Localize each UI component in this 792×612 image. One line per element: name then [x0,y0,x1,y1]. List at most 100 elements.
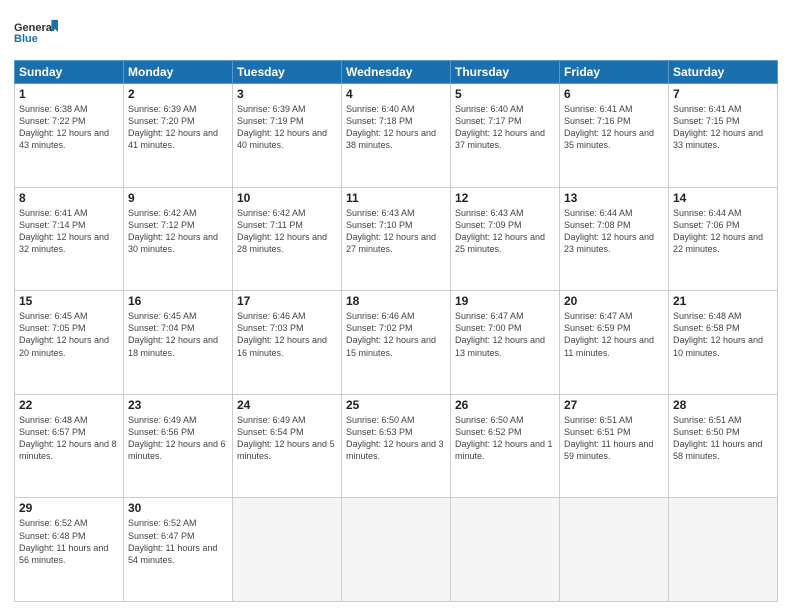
header: General Blue [14,12,778,52]
day-header-saturday: Saturday [669,61,778,84]
day-number: 8 [19,191,119,205]
day-info: Sunrise: 6:39 AMSunset: 7:20 PMDaylight:… [128,103,228,152]
day-info: Sunrise: 6:40 AMSunset: 7:17 PMDaylight:… [455,103,555,152]
day-info: Sunrise: 6:42 AMSunset: 7:11 PMDaylight:… [237,207,337,256]
calendar-cell-w2-d5: 20 Sunrise: 6:47 AMSunset: 6:59 PMDayligh… [560,291,669,395]
calendar-cell-w2-d2: 17 Sunrise: 6:46 AMSunset: 7:03 PMDayligh… [233,291,342,395]
calendar-cell-w4-d1: 30 Sunrise: 6:52 AMSunset: 6:47 PMDayligh… [124,498,233,602]
day-number: 20 [564,294,664,308]
day-number: 11 [346,191,446,205]
logo-svg: General Blue [14,12,58,52]
calendar-cell-w1-d6: 14Sunrise: 6:44 AMSunset: 7:06 PMDayligh… [669,187,778,291]
day-number: 1 [19,87,119,101]
calendar-cell-w2-d6: 21 Sunrise: 6:48 AMSunset: 6:58 PMDayligh… [669,291,778,395]
calendar-cell-w1-d2: 10 Sunrise: 6:42 AMSunset: 7:11 PMDayligh… [233,187,342,291]
day-number: 7 [673,87,773,101]
day-number: 4 [346,87,446,101]
day-number: 24 [237,398,337,412]
day-number: 30 [128,501,228,515]
calendar-cell-w3-d2: 24 Sunrise: 6:49 AMSunset: 6:54 PMDayligh… [233,394,342,498]
day-info: Sunrise: 6:48 AMSunset: 6:57 PMDaylight:… [19,414,119,463]
day-info: Sunrise: 6:47 AMSunset: 7:00 PMDaylight:… [455,310,555,359]
day-info: Sunrise: 6:45 AMSunset: 7:04 PMDaylight:… [128,310,228,359]
calendar-cell-w4-d4 [451,498,560,602]
day-info: Sunrise: 6:41 AMSunset: 7:15 PMDaylight:… [673,103,773,152]
day-number: 29 [19,501,119,515]
calendar-cell-w3-d3: 25 Sunrise: 6:50 AMSunset: 6:53 PMDayligh… [342,394,451,498]
day-number: 15 [19,294,119,308]
day-number: 26 [455,398,555,412]
calendar-cell-w4-d0: 29 Sunrise: 6:52 AMSunset: 6:48 PMDayligh… [15,498,124,602]
day-info: Sunrise: 6:41 AMSunset: 7:16 PMDaylight:… [564,103,664,152]
calendar-cell-w1-d1: 9 Sunrise: 6:42 AMSunset: 7:12 PMDaylight… [124,187,233,291]
day-number: 14 [673,191,773,205]
day-info: Sunrise: 6:46 AMSunset: 7:03 PMDaylight:… [237,310,337,359]
day-info: Sunrise: 6:48 AMSunset: 6:58 PMDaylight:… [673,310,773,359]
calendar-cell-w2-d0: 15 Sunrise: 6:45 AMSunset: 7:05 PMDayligh… [15,291,124,395]
calendar-cell-w3-d4: 26 Sunrise: 6:50 AMSunset: 6:52 PMDayligh… [451,394,560,498]
day-header-monday: Monday [124,61,233,84]
day-number: 18 [346,294,446,308]
day-header-thursday: Thursday [451,61,560,84]
calendar-cell-w4-d5 [560,498,669,602]
calendar-cell-w3-d5: 27Sunrise: 6:51 AMSunset: 6:51 PMDayligh… [560,394,669,498]
day-info: Sunrise: 6:49 AMSunset: 6:54 PMDaylight:… [237,414,337,463]
calendar-cell-w2-d1: 16 Sunrise: 6:45 AMSunset: 7:04 PMDayligh… [124,291,233,395]
day-number: 12 [455,191,555,205]
day-info: Sunrise: 6:51 AMSunset: 6:50 PMDaylight:… [673,414,773,463]
day-number: 22 [19,398,119,412]
calendar-week-0: 1 Sunrise: 6:38 AMSunset: 7:22 PMDaylight… [15,84,778,188]
day-info: Sunrise: 6:50 AMSunset: 6:53 PMDaylight:… [346,414,446,463]
day-number: 17 [237,294,337,308]
day-info: Sunrise: 6:52 AMSunset: 6:47 PMDaylight:… [128,517,228,566]
day-info: Sunrise: 6:47 AMSunset: 6:59 PMDaylight:… [564,310,664,359]
day-number: 28 [673,398,773,412]
day-info: Sunrise: 6:43 AMSunset: 7:10 PMDaylight:… [346,207,446,256]
day-header-friday: Friday [560,61,669,84]
calendar-cell-w0-d6: 7 Sunrise: 6:41 AMSunset: 7:15 PMDaylight… [669,84,778,188]
calendar-cell-w0-d3: 4 Sunrise: 6:40 AMSunset: 7:18 PMDaylight… [342,84,451,188]
day-number: 21 [673,294,773,308]
day-info: Sunrise: 6:49 AMSunset: 6:56 PMDaylight:… [128,414,228,463]
day-info: Sunrise: 6:41 AMSunset: 7:14 PMDaylight:… [19,207,119,256]
calendar-cell-w2-d3: 18 Sunrise: 6:46 AMSunset: 7:02 PMDayligh… [342,291,451,395]
day-header-sunday: Sunday [15,61,124,84]
calendar-header-row: SundayMondayTuesdayWednesdayThursdayFrid… [15,61,778,84]
svg-text:General: General [14,22,55,34]
day-number: 9 [128,191,228,205]
day-info: Sunrise: 6:42 AMSunset: 7:12 PMDaylight:… [128,207,228,256]
calendar-cell-w4-d2 [233,498,342,602]
day-info: Sunrise: 6:52 AMSunset: 6:48 PMDaylight:… [19,517,119,566]
calendar-cell-w0-d4: 5Sunrise: 6:40 AMSunset: 7:17 PMDaylight… [451,84,560,188]
calendar-cell-w1-d5: 13 Sunrise: 6:44 AMSunset: 7:08 PMDayligh… [560,187,669,291]
day-number: 19 [455,294,555,308]
day-info: Sunrise: 6:46 AMSunset: 7:02 PMDaylight:… [346,310,446,359]
day-info: Sunrise: 6:50 AMSunset: 6:52 PMDaylight:… [455,414,555,463]
day-info: Sunrise: 6:40 AMSunset: 7:18 PMDaylight:… [346,103,446,152]
calendar-cell-w0-d5: 6Sunrise: 6:41 AMSunset: 7:16 PMDaylight… [560,84,669,188]
calendar-cell-w3-d6: 28 Sunrise: 6:51 AMSunset: 6:50 PMDayligh… [669,394,778,498]
day-number: 23 [128,398,228,412]
calendar-cell-w4-d6 [669,498,778,602]
day-header-tuesday: Tuesday [233,61,342,84]
day-info: Sunrise: 6:38 AMSunset: 7:22 PMDaylight:… [19,103,119,152]
calendar-cell-w4-d3 [342,498,451,602]
calendar-table: SundayMondayTuesdayWednesdayThursdayFrid… [14,60,778,602]
calendar-cell-w3-d1: 23 Sunrise: 6:49 AMSunset: 6:56 PMDayligh… [124,394,233,498]
day-number: 27 [564,398,664,412]
day-number: 13 [564,191,664,205]
calendar-week-1: 8 Sunrise: 6:41 AMSunset: 7:14 PMDaylight… [15,187,778,291]
logo: General Blue [14,12,58,52]
day-header-wednesday: Wednesday [342,61,451,84]
day-number: 25 [346,398,446,412]
day-number: 2 [128,87,228,101]
day-number: 10 [237,191,337,205]
calendar-cell-w2-d4: 19 Sunrise: 6:47 AMSunset: 7:00 PMDayligh… [451,291,560,395]
calendar-week-2: 15 Sunrise: 6:45 AMSunset: 7:05 PMDayligh… [15,291,778,395]
day-info: Sunrise: 6:43 AMSunset: 7:09 PMDaylight:… [455,207,555,256]
day-info: Sunrise: 6:45 AMSunset: 7:05 PMDaylight:… [19,310,119,359]
calendar-cell-w1-d4: 12 Sunrise: 6:43 AMSunset: 7:09 PMDayligh… [451,187,560,291]
day-info: Sunrise: 6:44 AMSunset: 7:08 PMDaylight:… [564,207,664,256]
calendar-cell-w0-d1: 2 Sunrise: 6:39 AMSunset: 7:20 PMDaylight… [124,84,233,188]
day-number: 16 [128,294,228,308]
